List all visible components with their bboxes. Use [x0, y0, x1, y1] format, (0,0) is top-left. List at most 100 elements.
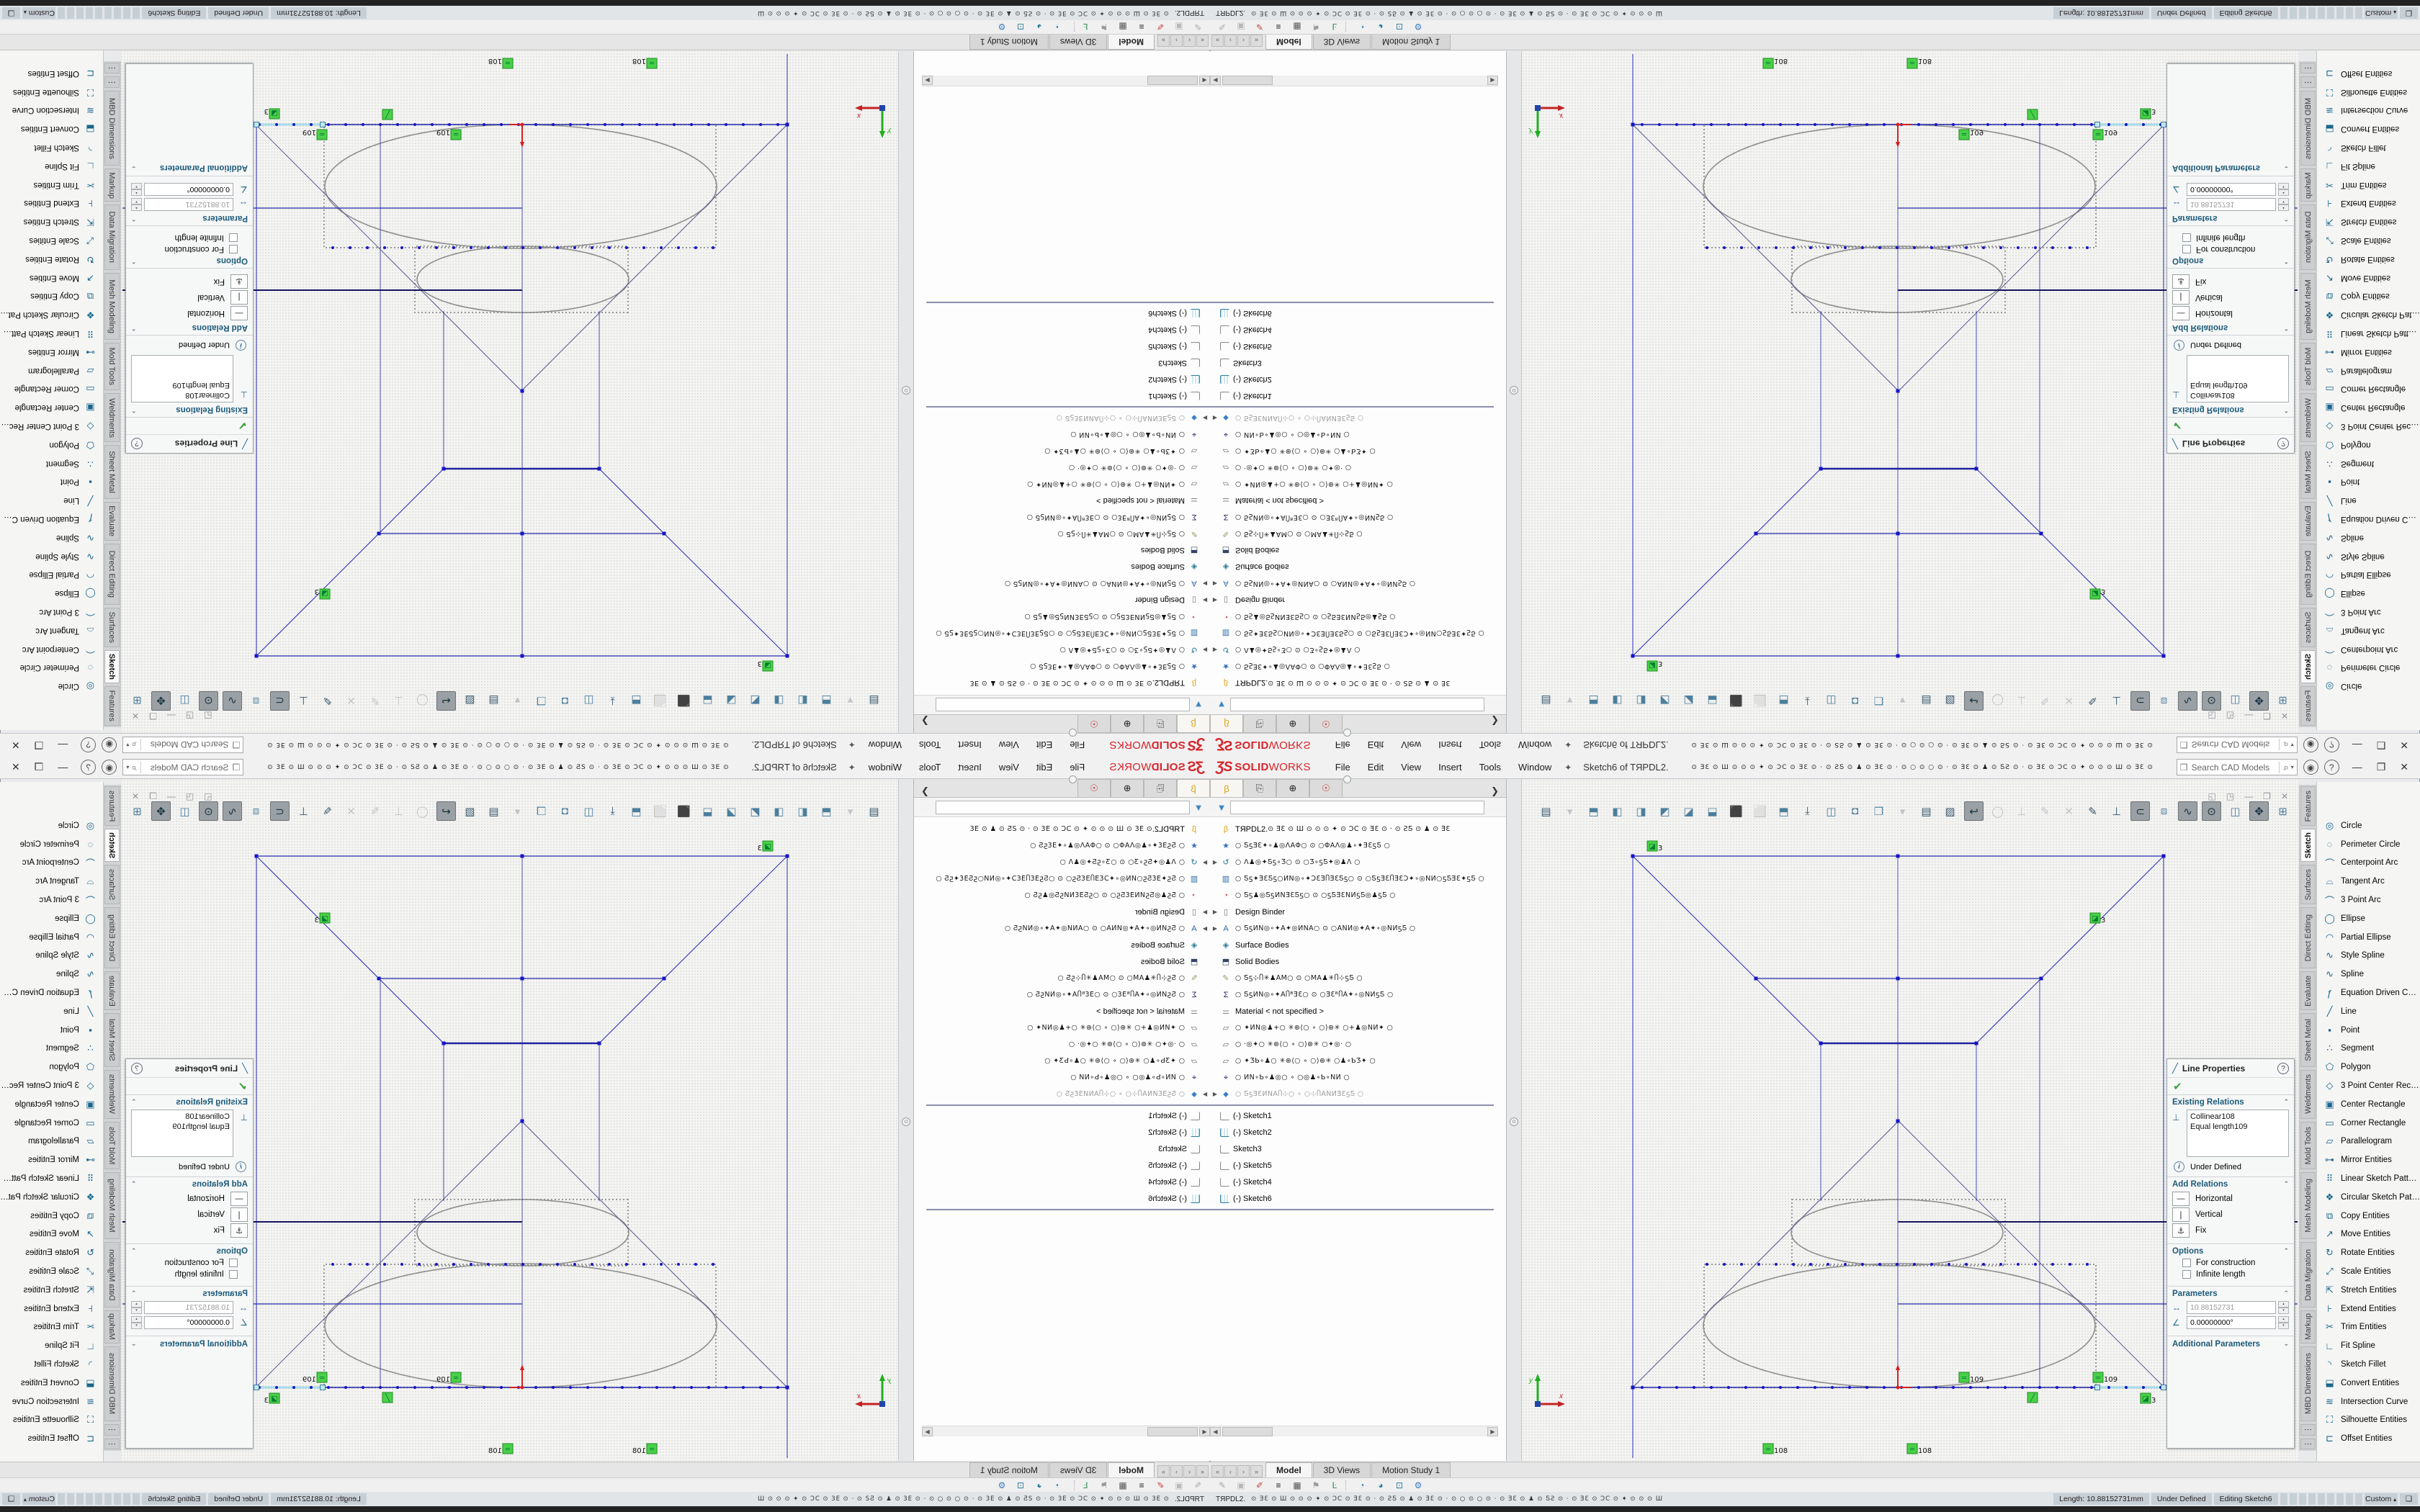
tool-rotate-entities[interactable]: ↻Rotate Entities [2317, 250, 2420, 269]
tool-circular-sketch-pattern[interactable]: ❖Circular Sketch Pattern [2317, 305, 2420, 324]
headsup-button-30[interactable]: ✥ [151, 801, 171, 821]
tool-3-point-arc[interactable]: ⌒3 Point Arc [2317, 891, 2420, 909]
bottom-tool-2[interactable]: ✐ [1252, 1480, 1268, 1490]
menu-tools[interactable]: Tools [910, 737, 949, 753]
close-button[interactable]: ✕ [2393, 737, 2416, 752]
tree-item-12[interactable]: ▱○ ·◎✦○ ✳⊛⟨○ ∘ ○⟩⊛✳ ○✦◎· ○ [926, 1036, 1210, 1053]
tree-item-4[interactable]: ▶▯Design Binder [1210, 904, 1494, 920]
doc-tab-nav-icon[interactable]: » [1250, 35, 1263, 47]
tool-linear-sketch-pattern[interactable]: ⠿Linear Sketch Pattern [0, 324, 103, 343]
search-input[interactable]: Search CAD Models [141, 762, 229, 773]
cmdtab-sketch[interactable]: Sketch [104, 829, 120, 861]
tree-sketch-1[interactable]: (-) Sketch1 [1210, 388, 1494, 405]
checkbox-for-construction[interactable]: For construction [2182, 1259, 2289, 1267]
headsup-button-21[interactable]: ✎ [2035, 691, 2055, 711]
collapse-icon[interactable]: ⌃ [2283, 1247, 2289, 1256]
tool-copy-entities[interactable]: ⧉Copy Entities [0, 1207, 103, 1225]
tree-root[interactable]: βTЯPDL2. ⊙ ƎƐ ⊙ Ш ⊙ ⊙ ⊙ ✦ ⊙ ƆC ⊙ ƎƐ ⊙ · … [1210, 675, 1494, 691]
tool-circle[interactable]: ◎Circle [0, 677, 103, 696]
menu-tools[interactable]: Tools [910, 759, 949, 775]
search-icon[interactable]: ⌕ [131, 762, 140, 773]
scroll-right-icon[interactable]: ▶ [922, 1427, 933, 1436]
angle-spinner[interactable]: ▴ ▾ [131, 1316, 142, 1329]
headsup-button-2[interactable]: ⬒ [817, 691, 836, 711]
tool-intersection-curve[interactable]: ≋Intersection Curve [2317, 1392, 2420, 1411]
scroll-right-icon[interactable]: ▶ [922, 76, 933, 86]
ok-button[interactable]: ✔ [126, 1078, 253, 1095]
tree-item-13[interactable]: ▱○ ✦ƷƄ∘♟○ ✳⊛⟨○ ∘ ○⟩⊛✳ ○♟∘ƄƷ✦ ○ [1210, 1053, 1494, 1069]
headsup-button-31[interactable]: ⊞ [2273, 801, 2293, 821]
tool-spline[interactable]: ∿Spline [2317, 965, 2420, 984]
doc-window-control-icon[interactable]: ◱ [2208, 711, 2215, 721]
headsup-button-9[interactable]: ⬜ [1750, 691, 1770, 711]
tree-sketch-5[interactable]: (-) Sketch4 [926, 322, 1210, 338]
bottom-tool-8[interactable]: ◔ [1354, 22, 1370, 32]
add-relation-horizontal[interactable]: —Horizontal [2172, 306, 2289, 320]
bottom-tool-4[interactable]: ▦ [1115, 22, 1131, 32]
headsup-button-26[interactable]: ⧈ [2154, 801, 2174, 821]
pane-tab-property-manager[interactable]: ⎘ [1144, 715, 1177, 733]
section-header[interactable]: Parameters ⌃ [2172, 214, 2289, 222]
menu-file[interactable]: File [1061, 759, 1093, 775]
cmdtab-mold-tools[interactable]: Mold Tools [104, 1122, 120, 1170]
tool-extend-entities[interactable]: ⊦Extend Entities [2317, 1300, 2420, 1318]
bottom-tool-4[interactable]: ▦ [1289, 1480, 1305, 1490]
pane-tab-property-manager[interactable]: ⎘ [1243, 715, 1276, 733]
search-box[interactable]: ❒ Search CAD Models ⌕ ▾ [2177, 759, 2298, 775]
section-header[interactable]: Add Relations ⌃ [2172, 1180, 2289, 1189]
add-relation-horizontal[interactable]: —Horizontal [2172, 1192, 2289, 1206]
tool-center-rectangle[interactable]: ▣Center Rectangle [0, 1095, 103, 1114]
tool-3-point-center-recta-[interactable]: ◇3 Point Center Recta... [2317, 1076, 2420, 1095]
headsup-button-28[interactable]: ⊙ [199, 691, 218, 711]
filter-icon[interactable]: ▼ [1190, 700, 1207, 711]
doc-window-control-icon[interactable]: ❐ [149, 711, 157, 721]
doc-window-control-icon[interactable]: ✕ [132, 791, 139, 801]
headsup-button-18[interactable]: ↩ [1964, 801, 1984, 821]
tool-circle[interactable]: ◎Circle [0, 816, 103, 835]
panel-help-icon[interactable]: ? [131, 438, 143, 450]
tool-style-spline[interactable]: ∿Style Spline [2317, 947, 2420, 966]
cmdtab-sketch[interactable]: Sketch [104, 650, 120, 683]
tool-intersection-curve[interactable]: ≋Intersection Curve [0, 102, 103, 120]
tree-item-4[interactable]: ▶▯Design Binder [926, 592, 1210, 608]
account-button[interactable]: ◉ [2303, 760, 2318, 775]
filter-icon[interactable]: ▼ [1190, 802, 1207, 813]
menu-view[interactable]: View [990, 737, 1028, 753]
cmdtab-data-migration[interactable]: Data Migration [2300, 1242, 2316, 1308]
cmdtab--[interactable]: ⋮ [104, 1424, 120, 1435]
doc-tab-nav-icon[interactable]: » [1157, 35, 1170, 47]
pane-tab-configuration-manager[interactable]: ⊕ [1111, 779, 1144, 797]
collapse-icon[interactable]: ⌃ [131, 1247, 137, 1256]
tool-silhouette-entities[interactable]: ⛶Silhouette Entities [2317, 83, 2420, 102]
tool-circular-sketch-pattern[interactable]: ❖Circular Sketch Pattern [0, 305, 103, 324]
tree-sketch-5[interactable]: (-) Sketch4 [1210, 322, 1494, 338]
checkbox-icon[interactable] [229, 233, 238, 242]
tree-sketch-2[interactable]: (-) Sketch2 [926, 1124, 1210, 1140]
relations-listbox[interactable]: Collinear108Equal length109 [2187, 1110, 2289, 1157]
tool-partial-ellipse[interactable]: ◠Partial Ellipse [2317, 928, 2420, 947]
tree-item-13[interactable]: ▱○ ✦ƷƄ∘♟○ ✳⊛⟨○ ∘ ○⟩⊛✳ ○♟∘ƄƷ✦ ○ [926, 1053, 1210, 1069]
cmdtab-weldments[interactable]: Weldments [2300, 393, 2316, 442]
additional-parameters-section[interactable]: Additional Parameters ⌄ [2167, 160, 2294, 176]
doc-tab-nav-icon[interactable]: › [1170, 35, 1183, 47]
headsup-button-0[interactable]: ▤ [1536, 801, 1556, 821]
splitter-handle-icon[interactable]: ⊙ [902, 1117, 910, 1126]
splitter-handle-icon[interactable]: ⊙ [902, 386, 910, 395]
tree-sketch-4[interactable]: (-) Sketch5 [1210, 338, 1494, 355]
tree-sketch-3[interactable]: Sketch3 [1210, 1140, 1494, 1157]
collapse-icon[interactable]: ⌃ [131, 1180, 137, 1189]
headsup-button-7[interactable]: ⬓ [698, 801, 717, 821]
close-button[interactable]: ✕ [4, 737, 27, 752]
pane-tab-featuremanager-tree[interactable]: β [1177, 779, 1210, 797]
pane-overflow-icon[interactable]: ❯ [1484, 715, 1506, 726]
menu-tools[interactable]: Tools [1471, 759, 1510, 775]
cmdtab--[interactable]: ⋮ [2300, 63, 2316, 73]
collapse-icon[interactable]: ⌃ [2283, 1098, 2289, 1107]
search-icon[interactable]: ⌕ [131, 739, 140, 751]
checkbox-for-construction[interactable]: For construction [131, 1259, 238, 1267]
headsup-button-9[interactable]: ⬜ [650, 691, 670, 711]
tool-polygon[interactable]: ⬠Polygon [2317, 1058, 2420, 1076]
ok-button[interactable]: ✔ [2167, 1078, 2294, 1095]
search-dropdown-icon[interactable]: ▾ [126, 742, 129, 748]
expand-arrow-icon[interactable]: ▶ [1200, 909, 1210, 915]
